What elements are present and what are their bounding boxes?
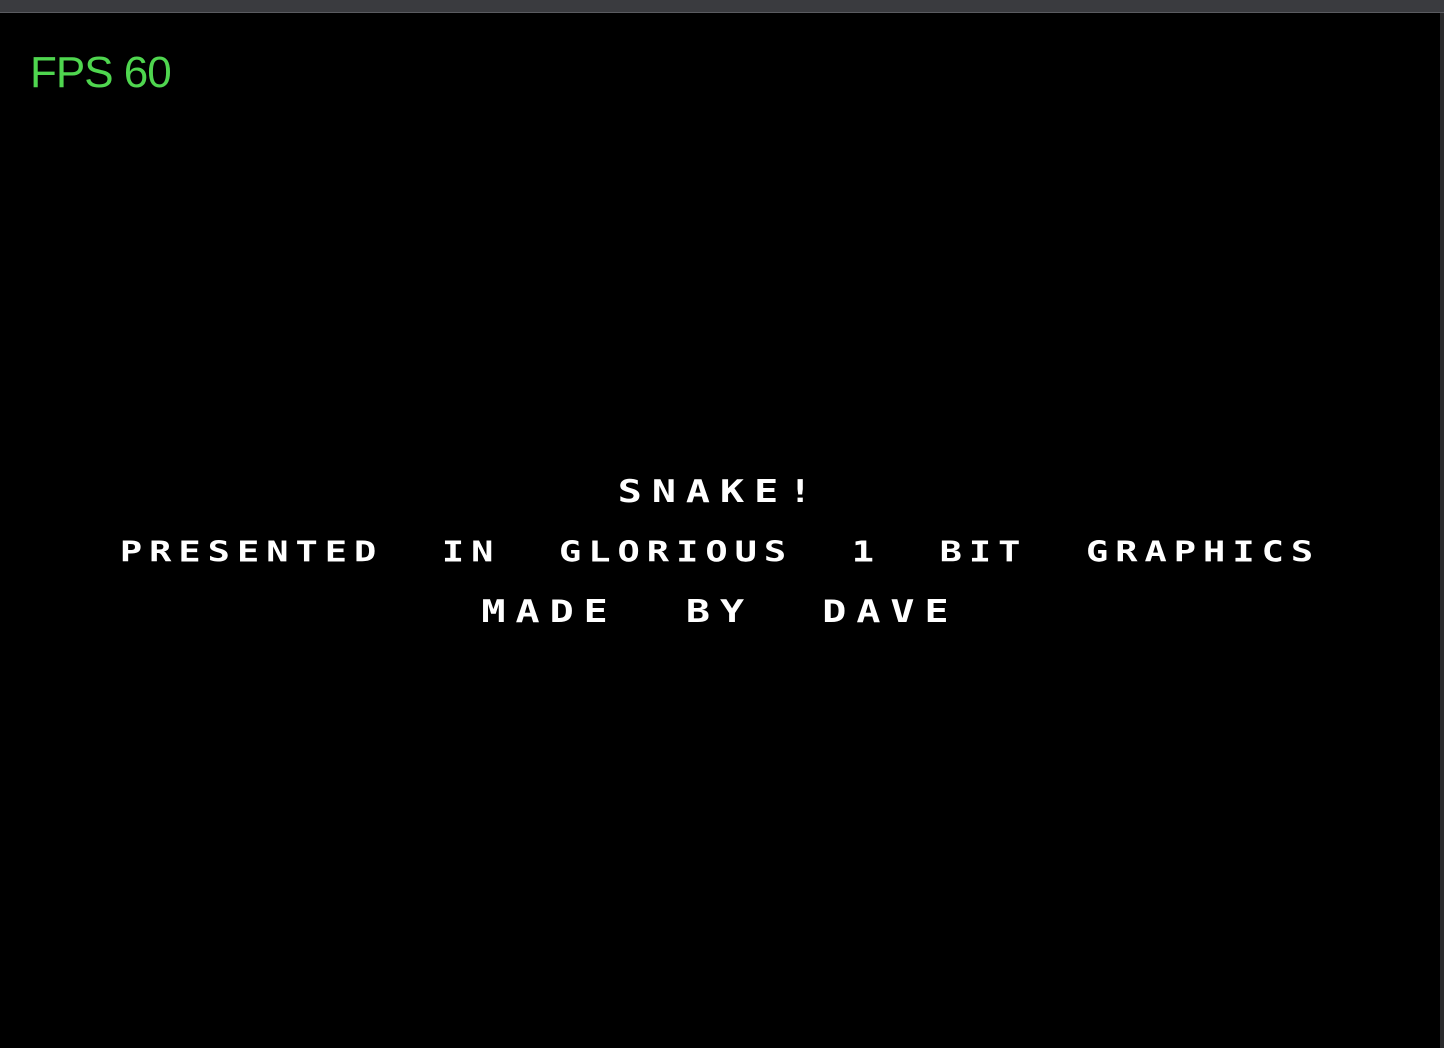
- fps-counter: FPS 60: [30, 48, 172, 97]
- title-screen-text: SNAKE! PRESENTED IN GLORIOUS 1 BIT GRAPH…: [0, 462, 1440, 642]
- game-window: FPS 60 SNAKE! PRESENTED IN GLORIOUS 1 BI…: [0, 0, 1444, 1048]
- game-subtitle: PRESENTED IN GLORIOUS 1 BIT GRAPHICS: [119, 534, 1321, 569]
- window-title-bar: [0, 0, 1444, 13]
- game-credit: MADE BY DAVE: [481, 594, 959, 630]
- window-right-edge: [1440, 13, 1444, 1048]
- game-canvas[interactable]: FPS 60 SNAKE! PRESENTED IN GLORIOUS 1 BI…: [0, 14, 1440, 1048]
- game-title: SNAKE!: [617, 474, 823, 510]
